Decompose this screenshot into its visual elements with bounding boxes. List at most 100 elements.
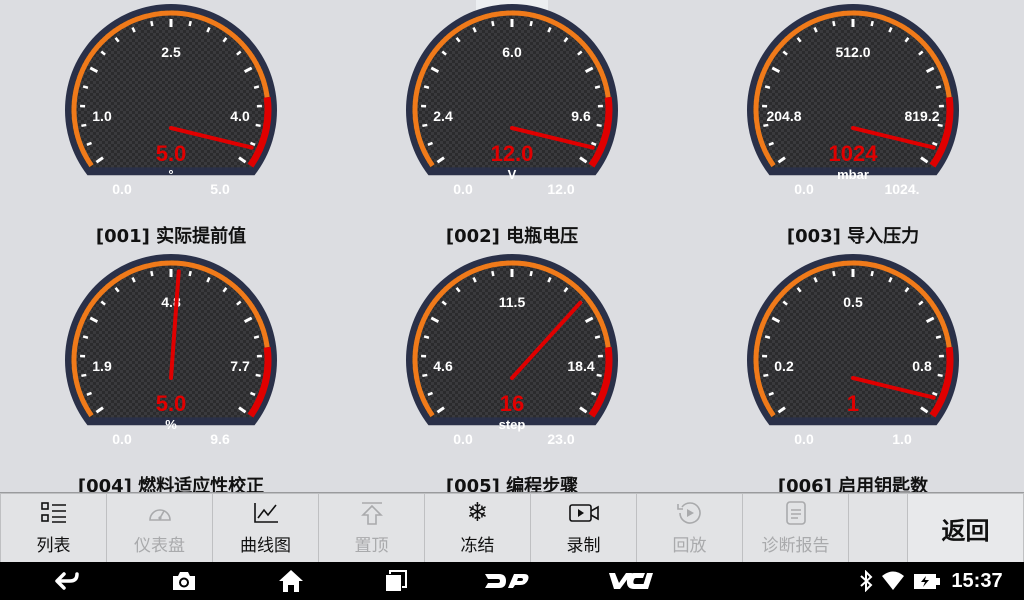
gauge-tick <box>594 335 601 339</box>
gauge-card[interactable]: 0.0 2.4 6.0 9.6 12.0 12.0 V [002] 电瓶电压 <box>341 0 683 250</box>
gauge-card[interactable]: 0.0 1.9 4.8 7.7 9.6 5.0% [004] 燃料适应性校正 <box>0 250 342 492</box>
battery-status <box>912 562 942 600</box>
battery-charging-icon <box>914 574 940 589</box>
dp-logo[interactable] <box>482 562 532 600</box>
recent-apps-button[interactable] <box>380 562 412 600</box>
graph-label: 曲线图 <box>240 536 291 556</box>
gauge-value: 1024 <box>829 141 879 166</box>
gauge-title: [004] 燃料适应性校正 <box>77 476 265 492</box>
gauge-title: [006] 启用钥匙数 <box>777 476 929 492</box>
gauge-tick <box>255 123 261 128</box>
gauge-title: [002] 电瓶电压 <box>445 226 579 247</box>
gauge-tick <box>931 391 938 396</box>
gauge-tick-label: 18.4 <box>567 358 594 374</box>
back-button[interactable]: 返回 <box>908 494 1023 562</box>
gauge-dashboard: 0.0 1.0 2.5 4.0 5.0 5.0 ° [001] 实际提前值 0.0 2.4 6.0… <box>0 0 1024 492</box>
replay-icon <box>675 500 705 526</box>
gauge-tick <box>423 85 430 89</box>
gauge-unit: ° <box>168 167 173 182</box>
gauge-tick-label: 2.5 <box>161 44 181 60</box>
gauge-unit: mbar <box>837 167 869 182</box>
gauge-tick <box>86 391 93 396</box>
gauge-card[interactable]: 0.0 4.6 11.5 18.4 23.0 16 step [005] 编程步骤 <box>341 250 683 492</box>
bluetooth-status <box>856 562 876 600</box>
gauge-card[interactable]: 0.0 0.2 0.5 0.8 1.0 1 [006] 启用钥匙数 <box>682 250 1024 492</box>
gauge-tick <box>491 270 495 277</box>
gauge-tick <box>249 141 256 146</box>
gauge-tick <box>590 141 597 146</box>
list-button[interactable]: 列表 <box>1 494 106 562</box>
gauge-tick <box>529 20 533 27</box>
back-nav-button[interactable] <box>50 562 84 600</box>
dashboard-button[interactable]: 仪表盘 <box>107 494 212 562</box>
gauge-unit: step <box>499 417 526 432</box>
gauge-tick <box>870 20 874 27</box>
gauge-tick <box>81 373 87 378</box>
gauge-title: [001] 实际提前值 <box>95 226 247 247</box>
list-icon <box>39 500 69 526</box>
gauge-tick <box>427 141 434 146</box>
gauge-tick-label: 0.2 <box>774 358 794 374</box>
line-chart-icon <box>251 500 281 526</box>
record-button[interactable]: 录制 <box>531 494 636 562</box>
toolbar-spacer <box>849 494 907 562</box>
snowflake-icon: ❄ <box>466 498 489 528</box>
gauge-tick-label: 1.9 <box>92 358 112 374</box>
vci-logo[interactable] <box>606 562 656 600</box>
gauge-tick-label: 5.0 <box>210 181 230 197</box>
record-label: 录制 <box>566 536 601 556</box>
gauge-tick <box>249 391 256 396</box>
gauge-tick-label: 4.0 <box>230 108 250 124</box>
video-camera-icon <box>568 500 599 526</box>
gauge-tick <box>870 270 874 277</box>
gauge-tick-label: 23.0 <box>547 431 574 447</box>
gauge-tick <box>422 123 428 128</box>
camera-icon <box>173 572 195 590</box>
speedometer-icon <box>145 500 175 526</box>
gauge-tick <box>768 391 775 396</box>
dashboard-label: 仪表盘 <box>134 536 185 556</box>
gauge-tick <box>764 335 771 339</box>
gauge-tick <box>596 123 602 128</box>
gauge-dial: 0.02.46.09.612.012.0V <box>406 4 618 197</box>
gauge-tick <box>423 335 430 339</box>
gauge-tick-label: 9.6 <box>210 431 230 447</box>
gauge-tick <box>935 85 942 89</box>
camera-button[interactable] <box>168 562 200 600</box>
gauge-tick-label: 12.0 <box>547 181 574 197</box>
gauge-card[interactable]: 0.0 1.0 2.5 4.0 5.0 5.0 ° [001] 实际提前值 <box>0 0 342 250</box>
gauge-tick <box>937 373 943 378</box>
home-button[interactable] <box>275 562 307 600</box>
gauge-title: [003] 导入压力 <box>786 226 920 247</box>
playback-button[interactable]: 回放 <box>637 494 742 562</box>
graph-button[interactable]: 曲线图 <box>213 494 318 562</box>
gauge-tick-label: 1.0 <box>92 108 112 124</box>
gauge-tick-label: 0.0 <box>794 181 814 197</box>
gauge-card[interactable]: 0.0 204.8 512.0 819.2 1024. 1024 mbar [003] 导入压… <box>682 0 1024 250</box>
gauge-tick-label: 512.0 <box>835 44 870 60</box>
gauge-dial: 0.01.94.87.79.65.0% <box>65 254 277 447</box>
gauge-tick-label: 819.2 <box>904 108 939 124</box>
pin-top-label: 置顶 <box>354 536 389 556</box>
report-button[interactable]: 诊断报告 <box>743 494 848 562</box>
gauge-value: 5.0 <box>156 141 187 166</box>
gauge-tick <box>253 85 260 89</box>
gauge-tick <box>150 270 154 277</box>
back-arrow-icon <box>55 572 79 590</box>
gauge-tick <box>491 20 495 27</box>
gauge-tick <box>763 373 769 378</box>
gauge-tick <box>935 335 942 339</box>
gauge-tick-label: 11.5 <box>499 294 526 310</box>
gauge-tick <box>832 20 836 27</box>
gauge-tick <box>422 373 428 378</box>
list-label: 列表 <box>36 536 71 556</box>
gauge-tick <box>768 141 775 146</box>
bluetooth-icon <box>860 570 873 592</box>
gauge-value: 5.0 <box>156 391 187 416</box>
freeze-button[interactable]: ❄ 冻结 <box>425 494 530 562</box>
wifi-icon <box>882 571 904 590</box>
gauge-tick-label: 204.8 <box>766 108 801 124</box>
pin-top-button[interactable]: 置顶 <box>319 494 424 562</box>
gauge-tick-label: 1024. <box>884 181 919 197</box>
gauge-tick-label: 0.0 <box>453 431 473 447</box>
